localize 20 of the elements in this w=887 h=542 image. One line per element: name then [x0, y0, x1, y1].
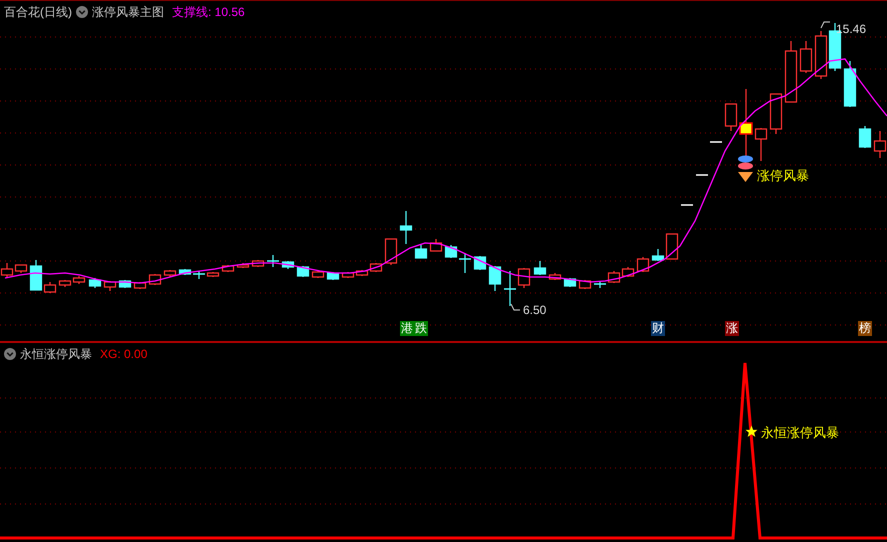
leader-line — [820, 21, 830, 29]
signal-label: 涨停风暴 — [757, 167, 809, 185]
signal-badge: 榜 — [858, 321, 872, 336]
low-price-label: 6.50 — [523, 302, 546, 319]
signal-label: 永恒涨停风暴 — [761, 424, 839, 442]
stock-name: 百合花(日线) — [4, 4, 72, 21]
indicator-name: 永恒涨停风暴 — [20, 346, 92, 363]
chevron-down-icon[interactable] — [4, 348, 16, 360]
leader-line — [510, 303, 520, 311]
signal-badge: 财 — [651, 321, 665, 336]
signal-badge: 涨 — [725, 321, 739, 336]
signal-badge: 港 — [400, 321, 414, 336]
support-line-reading: 支撑线: 10.56 — [172, 4, 245, 21]
signal-badge: 跌 — [414, 321, 428, 336]
star-icon — [745, 425, 758, 438]
high-price-label: 15.46 — [836, 21, 866, 38]
indicator-name: 涨停风暴主图 — [92, 4, 164, 21]
signal-stack-icon — [737, 155, 754, 183]
xg-reading: XG: 0.00 — [100, 346, 148, 363]
chevron-down-icon[interactable] — [76, 6, 88, 18]
